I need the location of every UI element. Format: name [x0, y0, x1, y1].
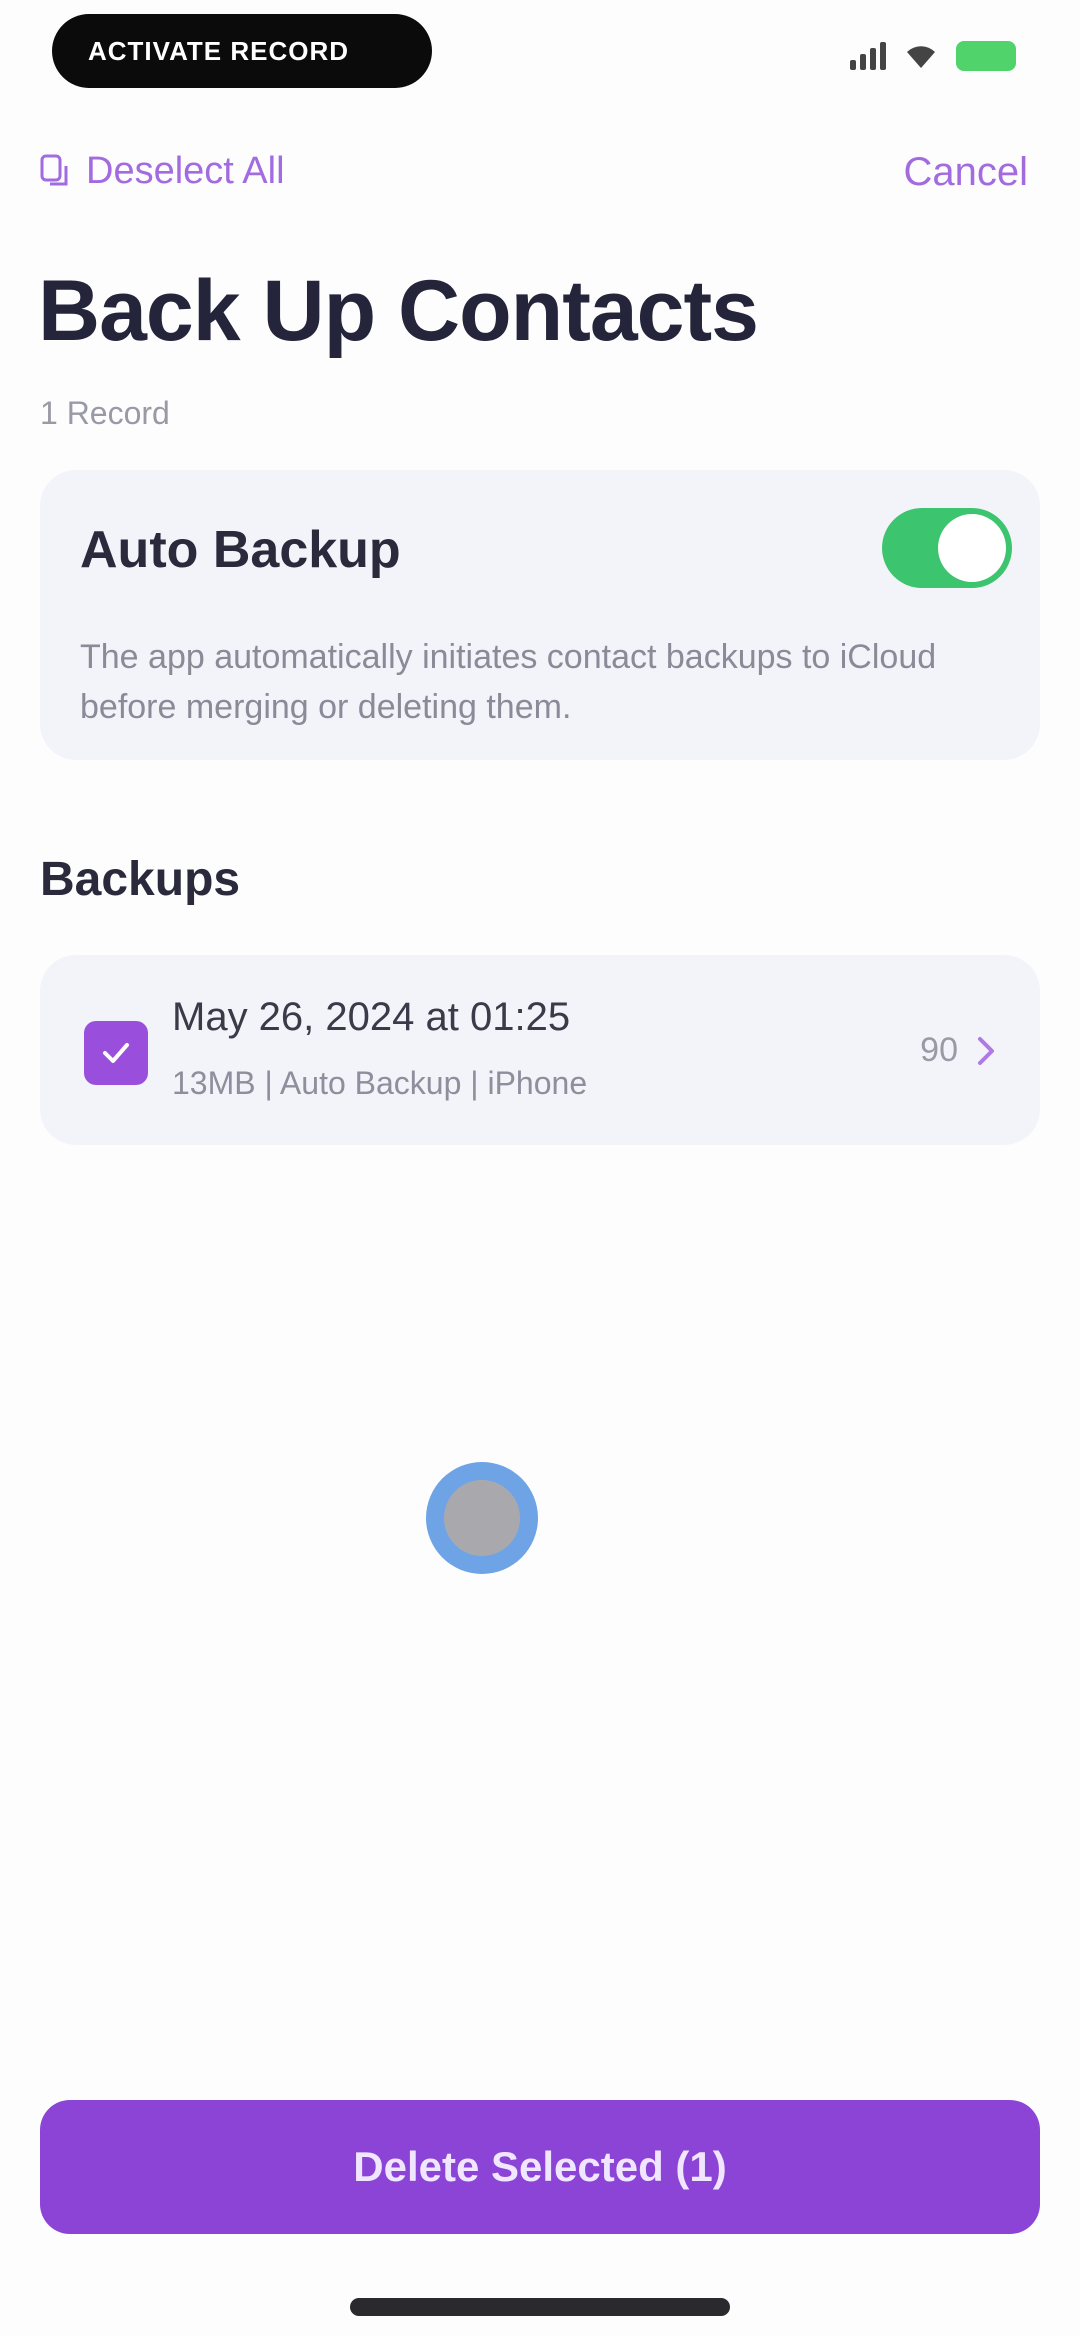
top-nav: Deselect All Cancel — [0, 140, 1080, 210]
signal-icon — [850, 42, 886, 70]
checkmark-icon — [103, 1043, 129, 1063]
status-bar: ACTIVATE RECORD — [0, 0, 1080, 120]
status-icons — [850, 36, 1016, 76]
delete-selected-button[interactable]: Delete Selected (1) — [40, 2100, 1040, 2234]
deselect-icon — [40, 154, 68, 185]
backups-section-title: Backups — [40, 853, 241, 906]
battery-icon — [956, 41, 1016, 71]
backup-list-item[interactable]: May 26, 2024 at 01:25 13MB | Auto Backup… — [40, 955, 1040, 1145]
auto-backup-toggle[interactable] — [882, 508, 1012, 588]
deselect-all-button[interactable]: Deselect All — [40, 150, 285, 193]
deselect-all-label: Deselect All — [86, 150, 285, 192]
auto-backup-description: The app automatically initiates contact … — [80, 638, 937, 726]
backup-contact-count: 90 — [920, 1031, 958, 1069]
status-pill-text: ACTIVATE RECORD — [88, 35, 350, 66]
auto-backup-title: Auto Backup — [80, 521, 401, 579]
backup-checkbox[interactable] — [84, 1021, 148, 1085]
home-indicator — [350, 2298, 730, 2316]
auto-backup-card: Auto Backup The app automatically initia… — [40, 470, 1040, 760]
record-count: 1 Record — [40, 395, 170, 431]
backup-details: 13MB | Auto Backup | iPhone — [172, 1065, 588, 1101]
chevron-right-icon — [978, 1037, 994, 1065]
touch-indicator — [426, 1462, 538, 1574]
status-pill: ACTIVATE RECORD — [52, 14, 432, 88]
page-title: Back Up Contacts — [38, 263, 759, 359]
cancel-button[interactable]: Cancel — [903, 150, 1028, 195]
wifi-icon — [907, 46, 935, 68]
toggle-knob — [938, 514, 1006, 582]
touch-indicator-center — [444, 1480, 520, 1556]
backup-title: May 26, 2024 at 01:25 — [172, 995, 571, 1039]
